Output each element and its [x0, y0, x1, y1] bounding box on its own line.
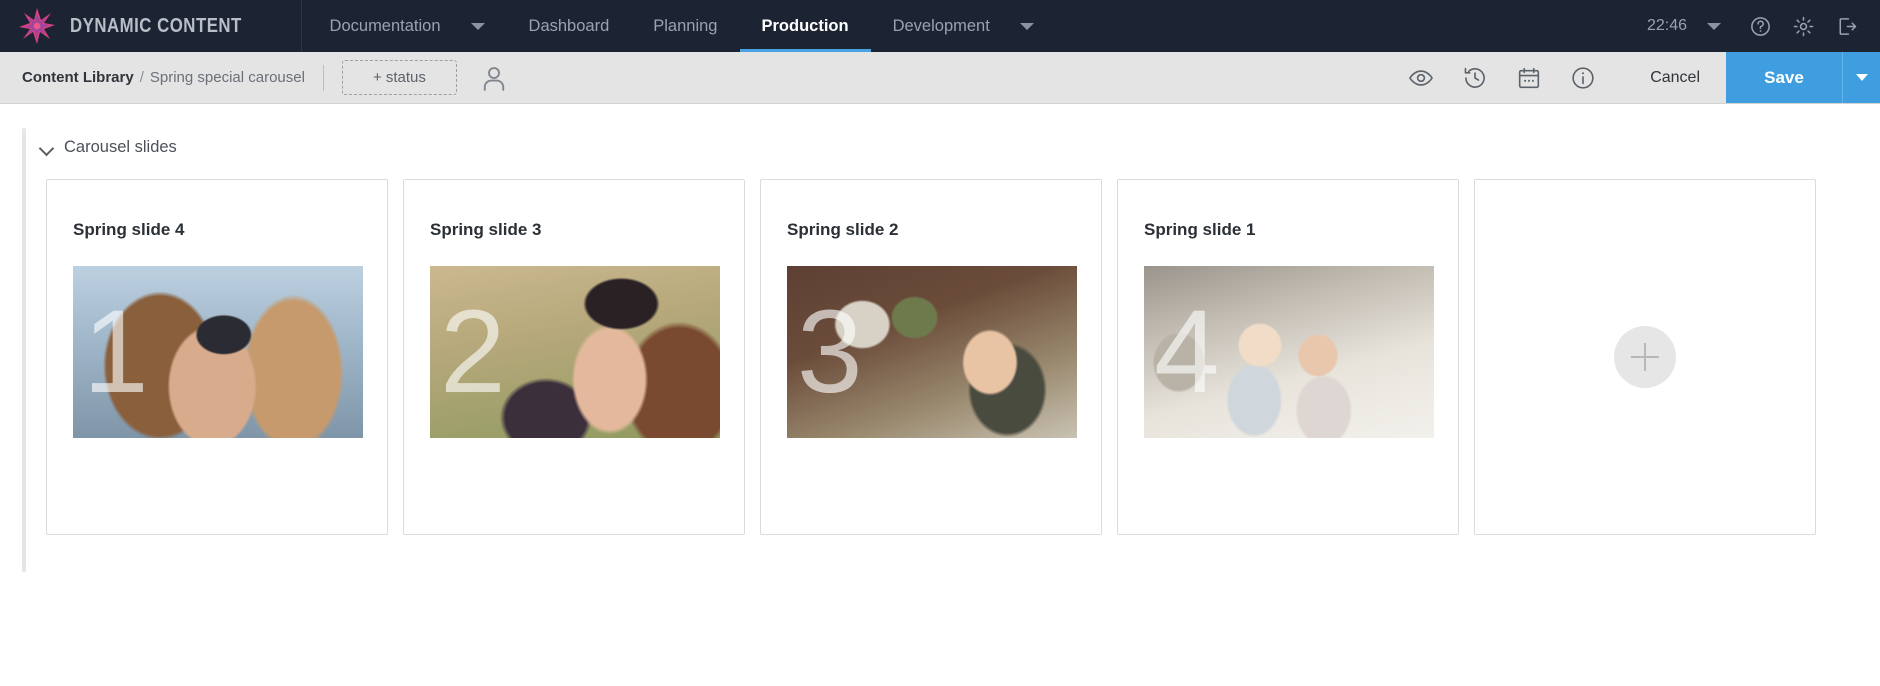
slide-thumbnail[interactable]: 2	[430, 266, 720, 438]
slide-card[interactable]: Spring slide 2 3	[760, 179, 1102, 535]
add-status-button[interactable]: + status	[341, 60, 457, 95]
nav-item-production[interactable]: Production	[739, 0, 871, 52]
starburst-logo-icon	[18, 7, 56, 45]
slide-card-list: Spring slide 4 1 Spring slide 3 2 Spring…	[0, 179, 1880, 535]
calendar-icon[interactable]	[1502, 65, 1556, 91]
cancel-button[interactable]: Cancel	[1610, 69, 1726, 87]
slide-thumbnail[interactable]: 3	[787, 266, 1077, 438]
info-circle-icon[interactable]	[1556, 65, 1610, 91]
brand-name: DYNAMIC CONTENT	[70, 14, 242, 37]
logout-icon[interactable]	[1835, 15, 1858, 38]
plus-circle-icon[interactable]	[1614, 326, 1676, 388]
slide-photo	[430, 266, 720, 438]
chevron-down-icon[interactable]	[40, 141, 54, 155]
slide-card[interactable]: Spring slide 3 2	[403, 179, 745, 535]
nav-item-documentation[interactable]: Documentation	[302, 0, 507, 52]
top-navigation-bar: DYNAMIC CONTENT Documentation Dashboard …	[0, 0, 1880, 52]
toolbar-right-actions: Cancel Save	[1394, 52, 1880, 103]
save-options-dropdown-button[interactable]	[1842, 52, 1880, 103]
add-slide-card[interactable]	[1474, 179, 1816, 535]
nav-item-dashboard[interactable]: Dashboard	[507, 0, 632, 52]
breadcrumb-current-item: Spring special carousel	[149, 69, 305, 86]
gear-icon[interactable]	[1792, 15, 1815, 38]
chevron-down-icon[interactable]	[1019, 22, 1034, 30]
action-toolbar: Content Library / Spring special carouse…	[0, 52, 1880, 104]
clock-display: 22:46	[1646, 17, 1687, 34]
slide-photo	[787, 266, 1077, 438]
history-clock-icon[interactable]	[1448, 65, 1502, 91]
brand-area[interactable]: DYNAMIC CONTENT	[0, 0, 302, 52]
section-title: Carousel slides	[64, 138, 177, 156]
nav-item-development[interactable]: Development	[871, 0, 1056, 52]
eye-icon[interactable]	[1394, 65, 1448, 91]
nav-item-label: Production	[761, 16, 849, 35]
breadcrumb-content-library[interactable]: Content Library	[22, 69, 134, 86]
slide-card[interactable]: Spring slide 1 4	[1117, 179, 1459, 535]
slide-photo	[1144, 266, 1434, 438]
topbar-right-controls: 22:46	[1647, 0, 1880, 52]
slide-card[interactable]: Spring slide 4 1	[46, 179, 388, 535]
nav-item-planning[interactable]: Planning	[631, 0, 739, 52]
nav-items: Documentation Dashboard Planning Product…	[302, 0, 1056, 52]
slide-title: Spring slide 3	[430, 220, 542, 239]
nav-item-label: Dashboard	[528, 16, 610, 35]
nav-item-label: Documentation	[329, 16, 441, 35]
user-avatar-icon[interactable]	[479, 63, 509, 93]
nav-item-label: Planning	[653, 16, 718, 35]
toolbar-divider	[322, 64, 324, 91]
help-circle-icon[interactable]	[1749, 15, 1772, 38]
slide-thumbnail[interactable]: 1	[73, 266, 363, 438]
save-button[interactable]: Save	[1726, 52, 1842, 103]
slide-title: Spring slide 1	[1144, 220, 1256, 239]
slide-title: Spring slide 2	[787, 220, 899, 239]
breadcrumb-separator: /	[139, 69, 144, 86]
section-rail	[22, 128, 26, 572]
save-button-group: Save	[1726, 52, 1880, 103]
chevron-down-icon	[1855, 74, 1868, 81]
slide-title: Spring slide 4	[73, 220, 185, 239]
slide-photo	[73, 266, 363, 438]
chevron-down-icon[interactable]	[1707, 22, 1721, 30]
carousel-slides-section-header[interactable]: Carousel slides	[40, 138, 1880, 157]
chevron-down-icon[interactable]	[470, 22, 485, 30]
nav-item-label: Development	[892, 16, 990, 35]
slide-thumbnail[interactable]: 4	[1144, 266, 1434, 438]
main-content: Carousel slides Spring slide 4 1 Spring …	[0, 104, 1880, 686]
